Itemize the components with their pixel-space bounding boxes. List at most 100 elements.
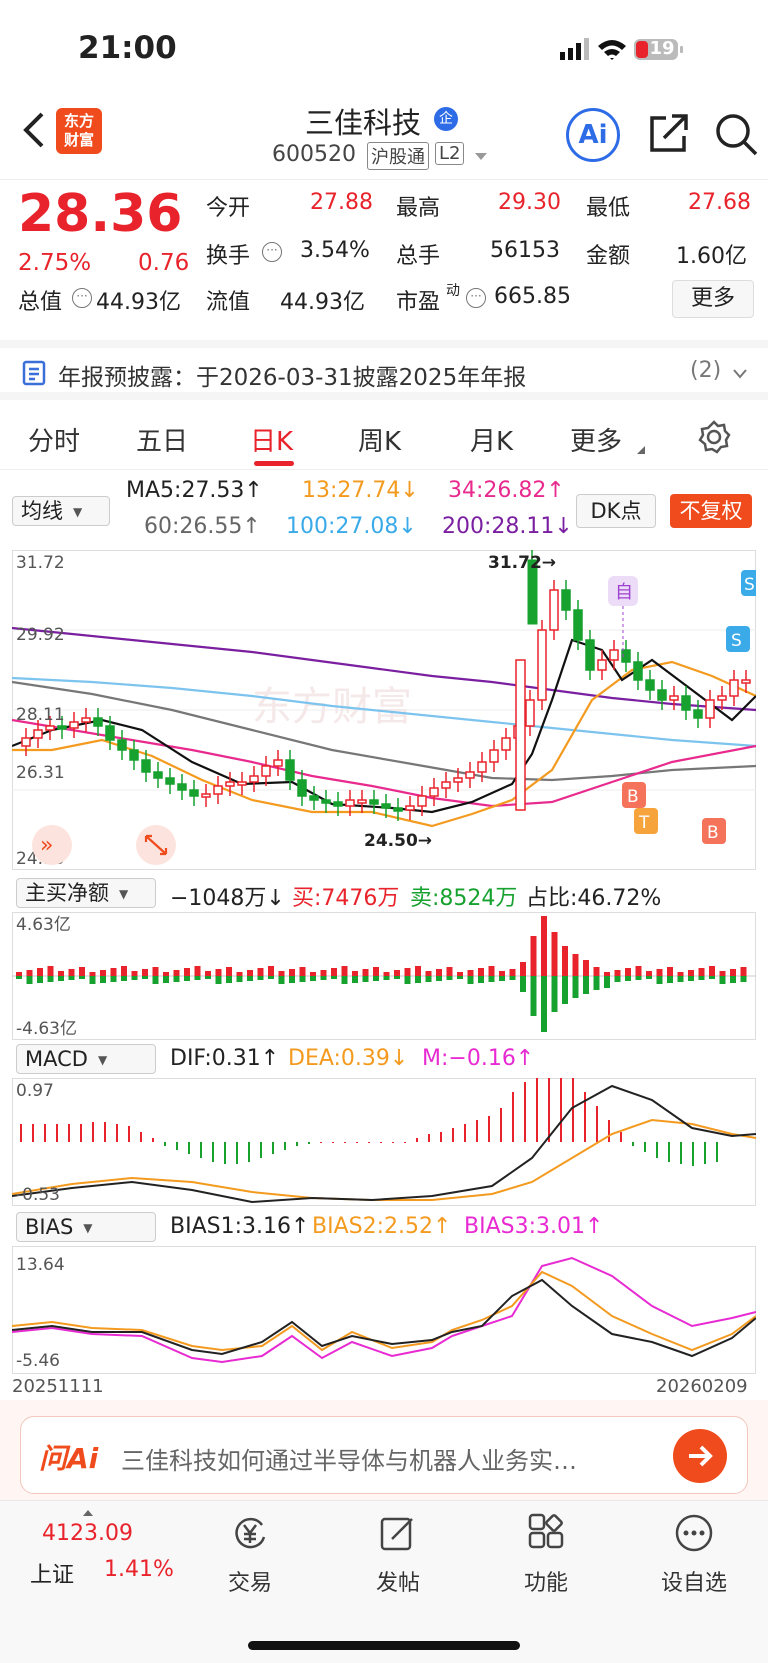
macd-bar [176, 1142, 178, 1150]
notice-bar[interactable]: 年报预披露：于2026-03-31披露2025年年报 (2) [0, 340, 768, 400]
flow-sell-bar [26, 976, 33, 984]
flow-buy-bar [604, 972, 610, 976]
bias-chart[interactable]: 13.64 -5.46 [12, 1246, 756, 1374]
flow-sell-bar [625, 976, 631, 981]
candle-body [225, 781, 235, 787]
adjust-button[interactable]: 不复权 [670, 494, 752, 528]
info-icon[interactable]: ··· [466, 288, 486, 308]
flow-buy-bar [310, 972, 316, 976]
stock-header: 东方 财富 三佳科技 企 600520 沪股通 L2 Ai [0, 100, 768, 180]
flow-sell-bar [152, 976, 159, 984]
macd-m: M:−0.16↑ [422, 1046, 535, 1071]
macd-bar [284, 1142, 286, 1150]
svg-text:自: 自 [615, 582, 633, 603]
flow-buy-bar [404, 968, 411, 976]
dk-point-button[interactable]: DK点 [576, 494, 656, 528]
flow-sell-bar [404, 976, 411, 984]
tab-trade[interactable]: 交易 [190, 1513, 310, 1597]
candle-body [453, 777, 463, 783]
netflow-selector[interactable]: 主买净额 ▼ [16, 878, 156, 908]
flow-sell-bar [89, 976, 96, 984]
flow-sell-bar [688, 976, 694, 981]
ai-button[interactable]: Ai [566, 108, 620, 162]
info-icon[interactable]: ··· [262, 242, 282, 262]
macd-selector[interactable]: MACD ▼ [16, 1044, 156, 1074]
flow-buy-bar [436, 969, 442, 976]
index-name[interactable]: 上证 [30, 1557, 74, 1589]
flow-sell-bar [415, 976, 421, 983]
flow-sell-bar [457, 976, 463, 979]
more-circle-icon [675, 1514, 713, 1552]
flow-sell-bar [583, 976, 589, 994]
candle-body [189, 789, 199, 797]
tab-weekly-k[interactable]: 周K [358, 421, 401, 458]
tab-function[interactable]: 功能 [486, 1513, 606, 1597]
ma5-label: MA5:27.53↑ [126, 478, 263, 503]
flow-buy-bar [236, 972, 243, 976]
tab-intraday[interactable]: 分时 [28, 421, 80, 458]
turnover-value: 3.54% [300, 238, 370, 263]
ma-selector[interactable]: 均线 ▼ [12, 496, 110, 526]
ai-send-button[interactable] [673, 1429, 727, 1483]
flow-sell-bar [121, 976, 127, 981]
macd-chart[interactable]: 0.97 -0.53 [12, 1078, 756, 1206]
candle-body [369, 799, 379, 805]
tab-monthly-k[interactable]: 月K [470, 421, 513, 458]
netflow-chart[interactable]: 4.63亿 -4.63亿 [12, 912, 756, 1040]
share-icon[interactable] [648, 112, 690, 154]
info-icon[interactable]: ··· [72, 288, 92, 308]
candle-body [645, 679, 655, 691]
ai-logo: 问Ai [39, 1442, 99, 1475]
flow-sell-bar [467, 976, 474, 984]
svg-text:B: B [707, 823, 719, 843]
candle-body [177, 783, 187, 791]
flow-sell-bar [110, 976, 117, 982]
index-change[interactable]: 1.41% [104, 1557, 174, 1582]
flow-sell-bar [299, 976, 306, 982]
apps-icon [528, 1513, 564, 1549]
flow-sell-bar [289, 976, 295, 983]
tab-daily-k[interactable]: 日K [250, 421, 293, 458]
flow-sell-bar [257, 976, 264, 980]
flow-buy-bar [730, 969, 736, 976]
flow-buy-bar [593, 967, 600, 976]
flow-buy-bar [100, 970, 106, 976]
turnover-label: 换手 [206, 244, 251, 269]
amount-label: 金额 [586, 244, 631, 269]
float-label: 流值 [206, 290, 251, 315]
tab-add-watchlist[interactable]: 设自选 [634, 1513, 754, 1597]
flow-sell-bar [646, 976, 652, 979]
macd-bar [152, 1138, 154, 1142]
tab-more[interactable]: 更多 [570, 421, 622, 458]
ai-ask-bar[interactable]: 问Ai 三佳科技如何通过半导体与机器人业务实… [20, 1416, 748, 1494]
flow-buy-bar [667, 967, 673, 976]
chevron-down-icon[interactable] [474, 152, 488, 162]
candle-body [741, 679, 751, 684]
ai-prompt: 三佳科技如何通过半导体与机器人业务实… [121, 1447, 577, 1475]
candle-body [597, 659, 607, 671]
bias-selector[interactable]: BIAS ▼ [16, 1212, 156, 1242]
open-value: 27.88 [310, 190, 373, 215]
macd-bar [392, 1142, 394, 1143]
tab-five-day[interactable]: 五日 [136, 421, 188, 458]
svg-text:S: S [744, 575, 755, 595]
settings-icon[interactable] [696, 419, 732, 455]
index-value[interactable]: 4123.09 [42, 1521, 133, 1546]
kline-chart[interactable]: 东方财富 31.72 29.92 28.11 26.31 24.50 31.72… [12, 550, 756, 870]
flow-buy-bar [373, 967, 379, 976]
tab-post[interactable]: 发帖 [338, 1513, 458, 1597]
macd-bar [380, 1142, 382, 1143]
level-tag: L2 [435, 142, 465, 165]
candle-body [537, 629, 547, 701]
quote-panel: 28.36 2.75% 0.76 今开 27.88 最高 29.30 最低 27… [0, 182, 768, 337]
candle-body [261, 765, 271, 777]
macd-bar [608, 1120, 610, 1142]
pe-value: 665.85 [494, 284, 571, 309]
more-button[interactable]: 更多 [672, 280, 754, 318]
flow-buy-bar [562, 946, 568, 976]
search-icon[interactable] [714, 112, 758, 156]
flow-axis-bottom: -4.63亿 [16, 1019, 77, 1039]
back-icon[interactable] [18, 110, 48, 150]
candle-body [309, 795, 319, 801]
flow-sell-bar [320, 976, 327, 980]
